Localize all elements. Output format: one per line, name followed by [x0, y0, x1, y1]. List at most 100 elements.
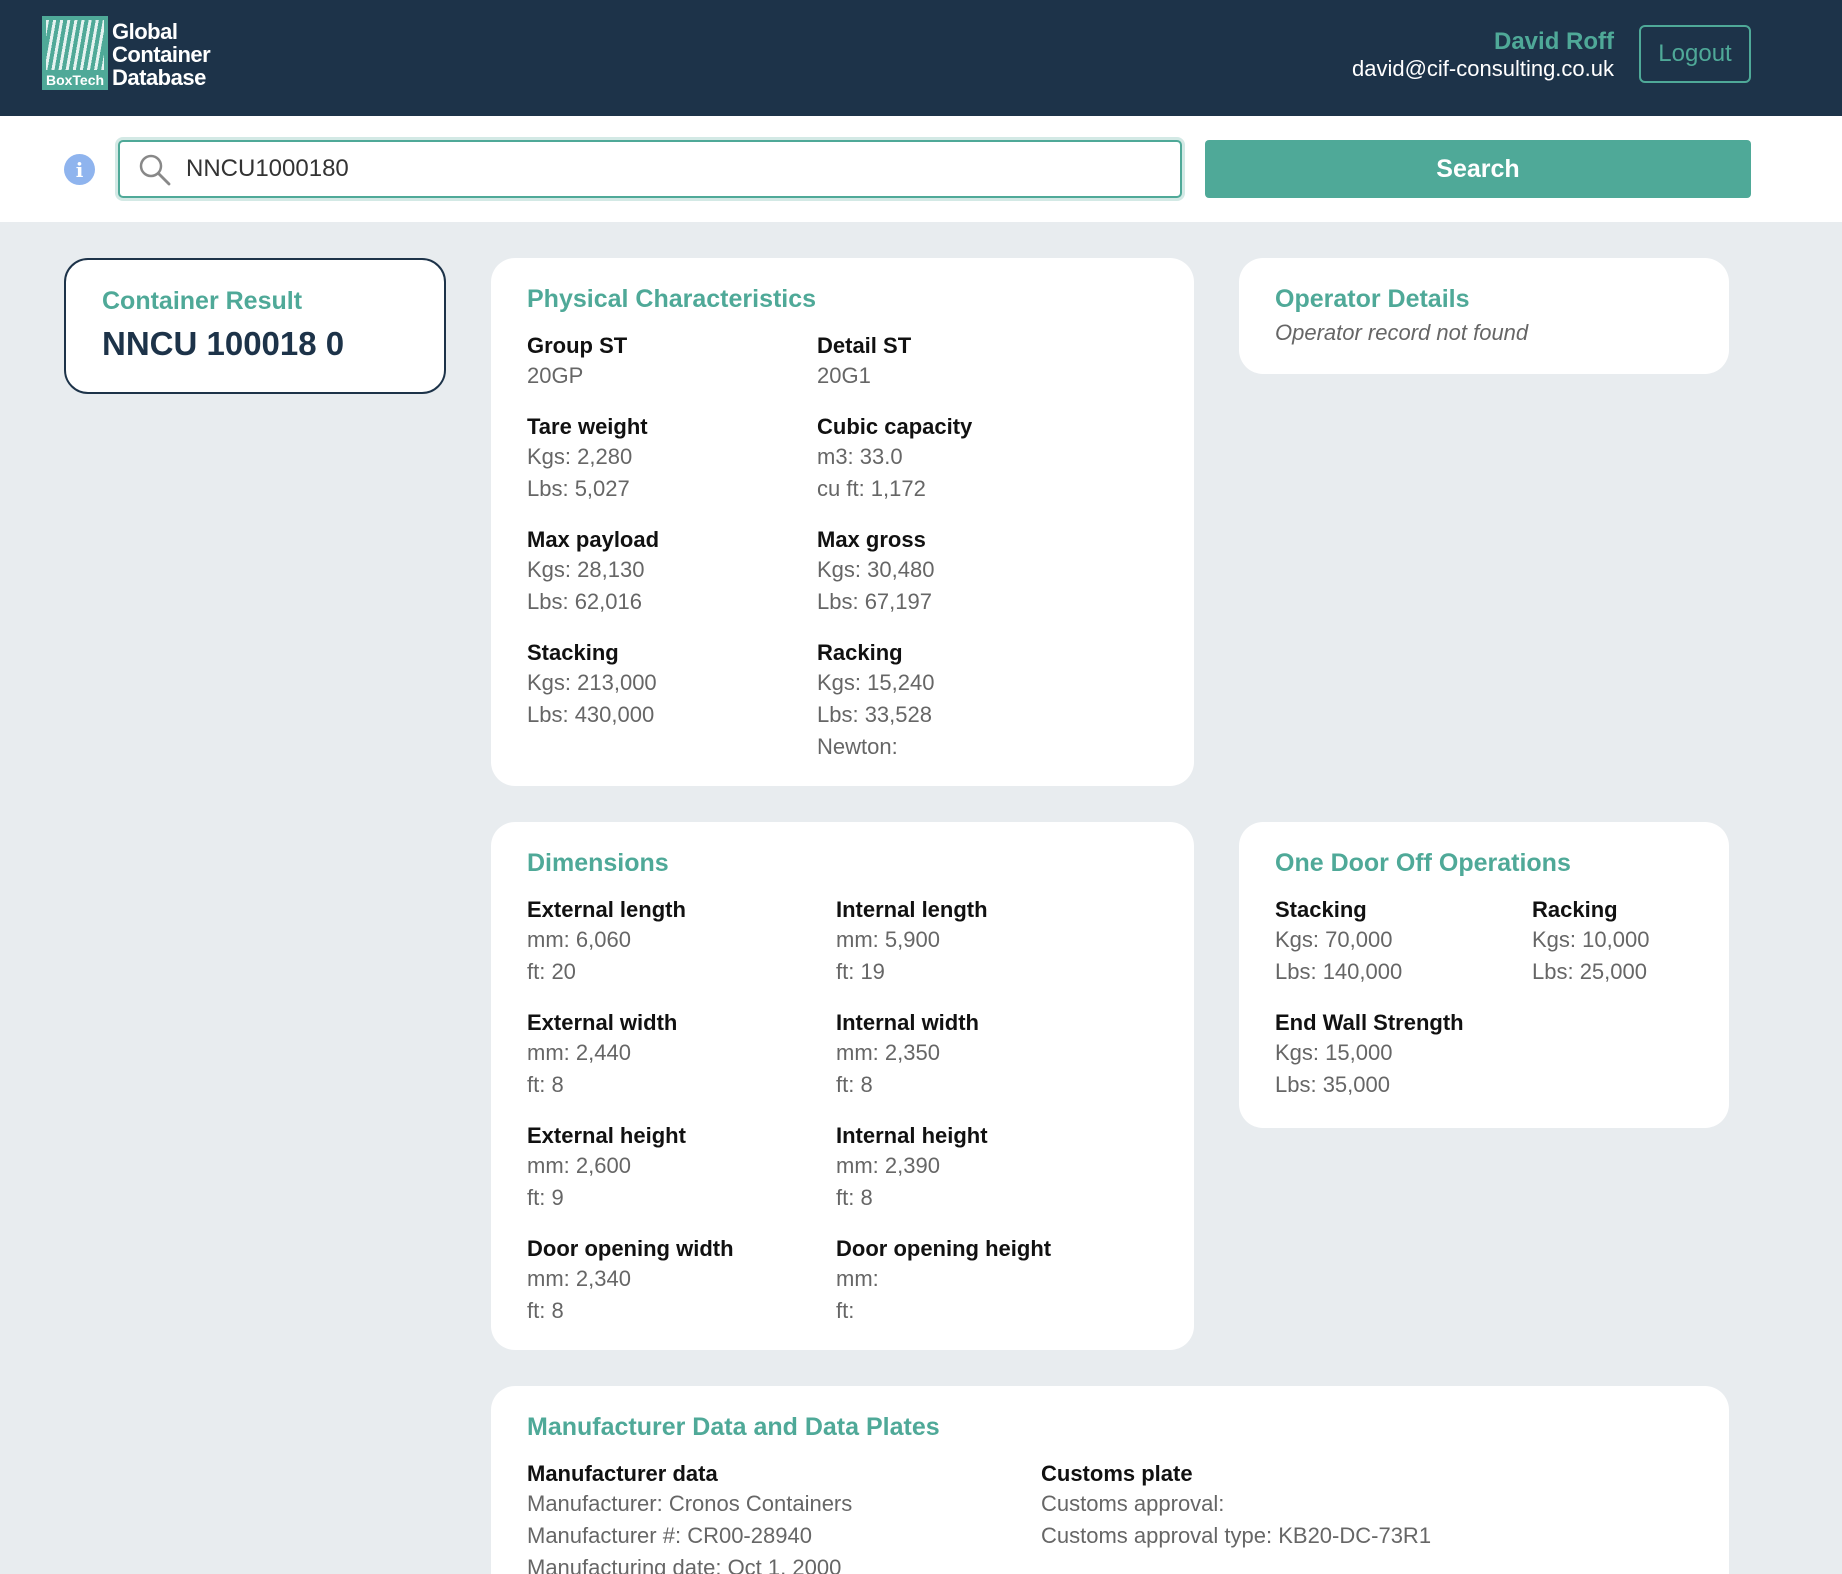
field-label: Door opening height	[836, 1236, 1052, 1261]
one-door-off-card: One Door Off Operations Stacking Kgs: 70…	[1239, 822, 1729, 1128]
field-value: Kgs: 15,240	[817, 670, 935, 695]
field-label: Manufacturer data	[527, 1461, 718, 1486]
field-value: Kgs: 10,000	[1532, 927, 1650, 952]
field-group-st: Group ST 20GP	[527, 332, 817, 392]
top-header: BoxTech Global Container Database David …	[0, 0, 1842, 116]
field-value: Lbs: 25,000	[1532, 959, 1647, 984]
field-label: Max gross	[817, 527, 926, 552]
field-value: 20G1	[817, 363, 871, 388]
user-email: david@cif-consulting.co.uk	[1351, 56, 1614, 81]
field-value: Kgs: 30,480	[817, 557, 935, 582]
field-value: Kgs: 28,130	[527, 557, 645, 582]
logo-line-1: Global	[112, 19, 178, 44]
field-value: Kgs: 2,280	[527, 444, 633, 469]
field-external-width: External width mm: 2,440 ft: 8	[527, 1009, 836, 1101]
field-label: Group ST	[527, 333, 628, 358]
field-odo-stacking: Stacking Kgs: 70,000 Lbs: 140,000	[1275, 896, 1532, 988]
field-value: Manufacturer: Cronos Containers	[527, 1491, 853, 1516]
card-title: Operator Details	[1275, 285, 1470, 313]
field-label: Stacking	[527, 640, 619, 665]
field-value: ft: 8	[527, 1072, 564, 1097]
search-icon	[139, 154, 171, 186]
field-value: m3: 33.0	[817, 444, 903, 469]
field-stacking: Stacking Kgs: 213,000 Lbs: 430,000	[527, 639, 817, 763]
field-racking: Racking Kgs: 15,240 Lbs: 33,528 Newton:	[817, 639, 1107, 763]
logo-mark: BoxTech	[42, 16, 108, 90]
logo-stripes-icon	[46, 20, 104, 70]
logo-line-2: Container	[112, 42, 211, 67]
field-internal-length: Internal length mm: 5,900 ft: 19	[836, 896, 1145, 988]
field-max-payload: Max payload Kgs: 28,130 Lbs: 62,016	[527, 526, 817, 618]
field-value: ft: 9	[527, 1185, 564, 1210]
field-value: Lbs: 140,000	[1275, 959, 1403, 984]
field-internal-height: Internal height mm: 2,390 ft: 8	[836, 1122, 1145, 1214]
search-field[interactable]	[118, 140, 1182, 198]
field-label: Max payload	[527, 527, 660, 552]
field-label: Racking	[1532, 897, 1618, 922]
field-value: ft: 8	[836, 1185, 873, 1210]
field-value: ft:	[836, 1298, 855, 1323]
field-value: mm: 2,440	[527, 1040, 631, 1065]
field-label: External width	[527, 1010, 678, 1035]
boxtech-logo[interactable]: BoxTech Global Container Database	[42, 16, 211, 92]
field-door-opening-width: Door opening width mm: 2,340 ft: 8	[527, 1235, 836, 1327]
field-value: Kgs: 213,000	[527, 670, 657, 695]
field-cubic-capacity: Cubic capacity m3: 33.0 cu ft: 1,172	[817, 413, 1107, 505]
field-value: Kgs: 70,000	[1275, 927, 1393, 952]
card-title: Dimensions	[527, 849, 669, 877]
logout-button[interactable]: Logout	[1639, 25, 1751, 83]
field-external-height: External height mm: 2,600 ft: 9	[527, 1122, 836, 1214]
field-end-wall-strength: End Wall Strength Kgs: 15,000 Lbs: 35,00…	[1275, 1009, 1532, 1101]
field-value: Lbs: 62,016	[527, 589, 642, 614]
field-label: Stacking	[1275, 897, 1367, 922]
field-value: Lbs: 5,027	[527, 476, 630, 501]
physical-characteristics-card: Physical Characteristics Group ST 20GP D…	[491, 258, 1194, 786]
field-value: ft: 8	[527, 1298, 564, 1323]
field-external-length: External length mm: 6,060 ft: 20	[527, 896, 836, 988]
field-value: Lbs: 35,000	[1275, 1072, 1390, 1097]
operator-message: Operator record not found	[1275, 320, 1529, 345]
field-label: Door opening width	[527, 1236, 734, 1261]
field-value: Newton:	[817, 734, 898, 759]
logo-badge: BoxTech	[45, 72, 105, 88]
field-value: Manufacturing date: Oct 1, 2000	[527, 1555, 842, 1574]
field-value: ft: 20	[527, 959, 576, 984]
field-value: ft: 8	[836, 1072, 873, 1097]
field-customs-plate: Customs plate Customs approval: Customs …	[1041, 1460, 1541, 1574]
manufacturer-data-card: Manufacturer Data and Data Plates Manufa…	[491, 1386, 1729, 1574]
field-manufacturer-data: Manufacturer data Manufacturer: Cronos C…	[527, 1460, 1041, 1574]
field-label: Racking	[817, 640, 903, 665]
card-title: One Door Off Operations	[1275, 849, 1571, 877]
field-label: End Wall Strength	[1275, 1010, 1464, 1035]
container-number: NNCU 100018 0	[102, 325, 345, 362]
container-result-card: Container Result NNCU 100018 0	[64, 258, 446, 394]
search-input[interactable]	[186, 142, 1166, 196]
field-label: Tare weight	[527, 414, 648, 439]
user-name: David Roff	[1494, 28, 1614, 55]
field-value: 20GP	[527, 363, 584, 388]
field-value: mm: 2,600	[527, 1153, 631, 1178]
field-value: Kgs: 15,000	[1275, 1040, 1393, 1065]
field-value: cu ft: 1,172	[817, 476, 926, 501]
search-button[interactable]: Search	[1205, 140, 1751, 198]
field-value: mm: 2,350	[836, 1040, 940, 1065]
field-value: mm: 2,340	[527, 1266, 631, 1291]
field-internal-width: Internal width mm: 2,350 ft: 8	[836, 1009, 1145, 1101]
field-value: Customs approval:	[1041, 1491, 1225, 1516]
field-value: Lbs: 67,197	[817, 589, 932, 614]
field-value: ft: 19	[836, 959, 885, 984]
field-detail-st: Detail ST 20G1	[817, 332, 1107, 392]
field-value: mm: 5,900	[836, 927, 940, 952]
field-max-gross: Max gross Kgs: 30,480 Lbs: 67,197	[817, 526, 1107, 618]
container-result-title: Container Result	[102, 287, 303, 315]
info-icon[interactable]: i	[64, 154, 95, 185]
field-label: Detail ST	[817, 333, 912, 358]
field-value: Customs approval type: KB20-DC-73R1	[1041, 1523, 1432, 1548]
field-value: mm: 2,390	[836, 1153, 940, 1178]
field-label: External length	[527, 897, 686, 922]
card-title: Manufacturer Data and Data Plates	[527, 1413, 940, 1441]
field-label: Internal width	[836, 1010, 979, 1035]
field-value: Lbs: 33,528	[817, 702, 932, 727]
logo-line-3: Database	[112, 65, 206, 90]
field-value: Lbs: 430,000	[527, 702, 655, 727]
